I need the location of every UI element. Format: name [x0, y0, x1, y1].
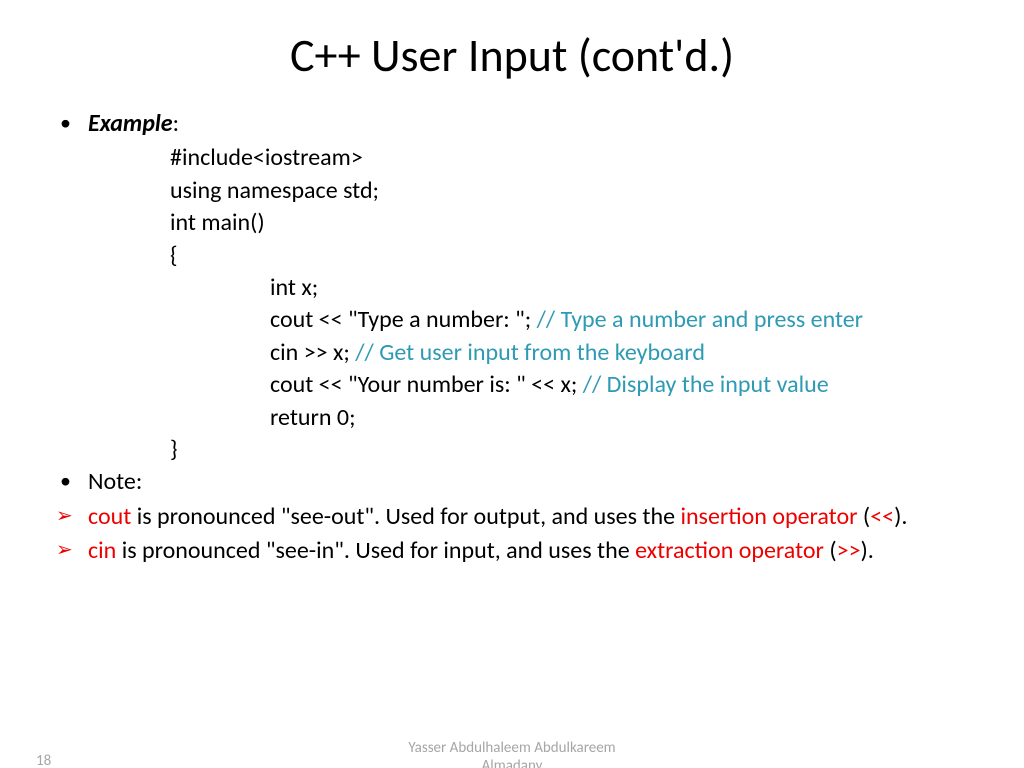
code-line: cout << "Your number is: " << x; // Disp… — [60, 369, 976, 401]
code-line: int main() — [60, 207, 976, 239]
note-text: ). — [894, 502, 907, 531]
example-colon: : — [173, 109, 179, 138]
code-comment: // Get user input from the keyboard — [355, 338, 705, 367]
example-label: Example — [88, 109, 173, 138]
code-line: cin >> x; // Get user input from the key… — [60, 337, 976, 369]
slide: C++ User Input (cont'd.) Example: #inclu… — [0, 28, 1024, 768]
note-text: ( — [824, 536, 837, 565]
code-line: #include<iostream> — [60, 142, 976, 174]
note-keyword: extraction operator — [635, 536, 824, 565]
note-text: is pronounced "see-out". Used for output… — [131, 502, 680, 531]
code-line: return 0; — [60, 402, 976, 434]
note-bullet: Note: — [60, 466, 976, 498]
footer-author: Yasser Abdulhaleem Abdulkareem Almadany — [0, 739, 1024, 768]
code-line: } — [60, 434, 976, 466]
code-line: using namespace std; — [60, 175, 976, 207]
code-text: cout << "Your number is: " << x; — [270, 370, 583, 399]
note-keyword: cout — [88, 502, 131, 531]
note-keyword: cin — [88, 536, 116, 565]
footer-line: Yasser Abdulhaleem Abdulkareem — [0, 739, 1024, 758]
note-operator: << — [870, 502, 894, 531]
footer-line: Almadany — [0, 757, 1024, 768]
code-comment: // Display the input value — [583, 370, 829, 399]
slide-title: C++ User Input (cont'd.) — [0, 28, 1024, 84]
code-line: cout << "Type a number: "; // Type a num… — [60, 304, 976, 336]
slide-content: Example: #include<iostream> using namesp… — [0, 108, 1024, 567]
note-text: is pronounced "see-in". Used for input, … — [116, 536, 635, 565]
code-line: { — [60, 240, 976, 272]
note-text: ( — [858, 502, 871, 531]
code-comment: // Type a number and press enter — [537, 305, 863, 334]
note-item: cin is pronounced "see-in". Used for inp… — [60, 535, 976, 567]
code-text: cin >> x; — [270, 338, 355, 367]
note-operator: >> — [837, 536, 861, 565]
example-bullet: Example: — [60, 108, 976, 140]
note-text: ). — [861, 536, 874, 565]
note-item: cout is pronounced "see-out". Used for o… — [60, 501, 976, 533]
note-keyword: insertion operator — [680, 502, 857, 531]
code-text: cout << "Type a number: "; — [270, 305, 537, 334]
code-line: int x; — [60, 272, 976, 304]
